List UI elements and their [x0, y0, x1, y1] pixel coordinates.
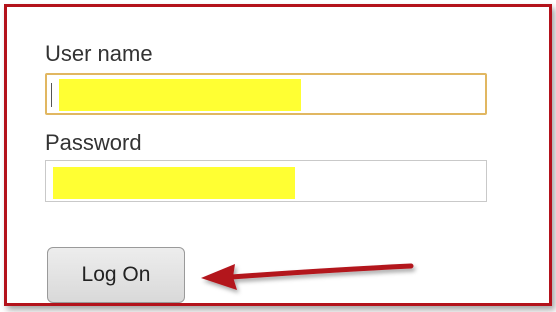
username-field[interactable] [45, 73, 487, 115]
red-arrow-icon [201, 263, 414, 290]
password-label: Password [45, 130, 142, 155]
text-caret [51, 83, 52, 107]
username-input[interactable] [47, 75, 485, 113]
password-field[interactable] [45, 160, 487, 202]
username-label: User name [45, 41, 153, 66]
login-form-panel: User name Password Log On [4, 4, 552, 306]
password-input[interactable] [46, 161, 486, 201]
log-on-button[interactable]: Log On [47, 247, 185, 303]
